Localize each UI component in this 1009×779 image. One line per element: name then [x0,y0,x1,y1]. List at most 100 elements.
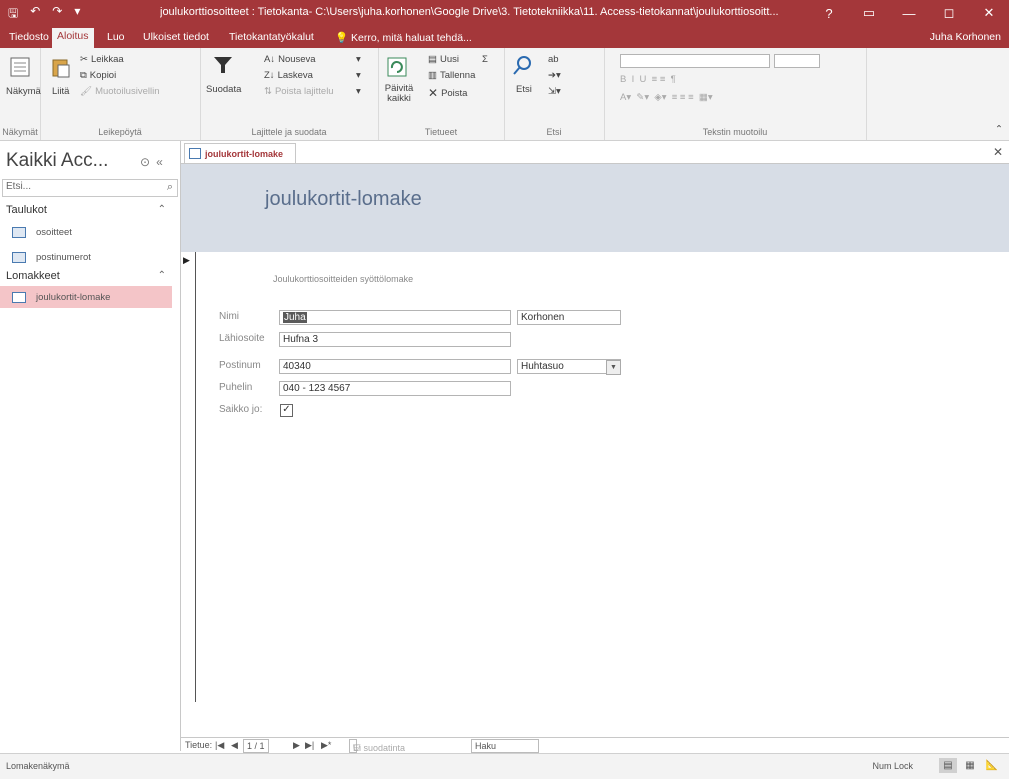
select-icon[interactable]: ⇲▾ [548,86,561,97]
view-status: Lomakenäkymä [6,761,70,771]
save-record-button[interactable]: ▥ Tallenna [428,70,475,81]
format-painter-button[interactable]: 🖌 Muotoilusivellin [80,86,159,97]
lastname-field[interactable]: Korhonen [517,310,621,325]
customize-qat-icon[interactable]: ▾ [74,4,80,25]
undo-icon[interactable]: ↶ [30,4,40,25]
toggle-filter-icon[interactable]: ▾ [356,86,361,97]
group-label-find: Etsi [546,127,562,137]
last-record-button[interactable]: ▶| [305,740,314,751]
find-button[interactable]: Etsi [516,84,532,95]
cut-button[interactable]: ✂ Leikkaa [80,54,124,65]
doc-tab-joulukortit-lomake[interactable]: joulukortit-lomake [184,143,297,163]
layout-view-icon[interactable]: ▦ [961,758,979,773]
record-navigation-bar: Tietue: |◀ ◀ 1 / 1 ▶ ▶| ▶* ⛉ Ei suodatin… [181,737,1009,753]
help-button[interactable]: ? [809,0,849,26]
title-bar: 🖫 ↶ ↷ ▾ joulukorttiosoitteet : Tietokant… [0,0,1009,26]
sent-checkbox[interactable]: ✓ [280,404,293,417]
font-name-box[interactable] [620,54,770,68]
nav-item-postinumerot[interactable]: postinumerot [0,246,172,268]
font-color-icons[interactable]: A▾ ✎▾ ◈▾ ≡ ≡ ≡ ▦▾ [620,92,713,103]
chevron-down-icon[interactable]: ▼ [606,360,621,375]
tab-create[interactable]: Luo [102,29,130,45]
next-record-button[interactable]: ▶ [293,740,300,751]
quick-access-toolbar: 🖫 ↶ ↷ ▾ [8,4,80,25]
ribbon-options-button[interactable]: ▭ [849,0,889,26]
firstname-field[interactable]: Juha [279,310,511,325]
group-records: Päivitä kaikki ▤ Uusi ▥ Tallenna ✕ Poista Σ… [378,48,505,140]
record-position-field[interactable]: 1 / 1 [243,739,269,753]
sort-ascending-button[interactable]: A↓ Nouseva [264,54,316,65]
selection-filter-icon[interactable]: ▾ [356,54,361,65]
design-view-icon[interactable]: 📐 [983,758,1001,773]
new-record-nav-button[interactable]: ▶* [321,740,331,751]
paste-button[interactable]: Liitä [52,86,69,97]
sort-ascending-label: Nouseva [278,54,316,65]
chevron-up-icon[interactable]: ⌃ [158,270,166,281]
copy-icon: ⧉ [80,70,87,81]
copy-button[interactable]: ⧉ Kopioi [80,70,116,81]
form-header: joulukortit-lomake [181,164,1009,252]
chevron-up-icon[interactable]: ⌃ [158,204,166,215]
tell-me-box[interactable]: 💡 Kerro, mitä haluat tehdä... [330,29,477,46]
nav-section-forms[interactable]: Lomakkeet ⌃ [6,270,172,282]
ribbon: Näkymä Näkymät Liitä ✂ Leikkaa ⧉ Kopioi 🖌 M… [0,48,1009,141]
nav-item-osoitteet[interactable]: osoitteet [0,221,172,243]
nav-search-box[interactable]: Etsi... ⌕ [2,179,178,197]
save-icon[interactable]: 🖫 [8,4,18,25]
redo-icon[interactable]: ↷ [52,4,62,25]
address-field[interactable]: Hufna 3 [279,332,511,347]
prev-record-button[interactable]: ◀ [231,740,238,751]
tab-home[interactable]: Aloitus [52,28,94,48]
advanced-filter-icon[interactable]: ▾ [356,70,361,81]
nav-item-joulukortit-lomake[interactable]: joulukortit-lomake [0,286,172,308]
form-view: joulukortit-lomake ▶ Joulukorttiosoittei… [181,164,1009,733]
tab-database-tools[interactable]: Tietokantatyökalut [224,29,319,45]
refresh-icon [387,57,407,77]
view-switcher: ▤ ▦ 📐 [939,758,1001,773]
user-name[interactable]: Juha Korhonen [930,31,1001,43]
zip-field[interactable]: 40340 [279,359,511,374]
collapse-ribbon-icon[interactable]: ⌃ [995,124,1003,135]
replace-icon[interactable]: ab [548,54,559,65]
new-record-button[interactable]: ▤ Uusi [428,54,459,65]
collapse-nav-icon[interactable]: « [156,155,169,169]
sort-descending-icon: Z↓ [264,70,275,81]
restore-button[interactable]: ◻ [929,0,969,26]
font-size-box[interactable] [774,54,820,68]
record-search-box[interactable]: Haku [471,739,539,753]
bold-italic-underline-icons[interactable]: B I U ≡ ≡ ¶ [620,74,676,85]
view-button[interactable]: Näkymä [6,86,41,97]
totals-icon[interactable]: Σ [482,54,488,65]
first-record-button[interactable]: |◀ [215,740,224,751]
form-subtitle: Joulukorttiosoitteiden syöttölomake [273,274,414,284]
delete-record-button[interactable]: ✕ Poista [428,86,467,100]
tab-file[interactable]: Tiedosto [4,29,54,45]
group-label-clipboard: Leikepöytä [98,127,142,137]
navigation-pane: Kaikki Acc... ⊙« Etsi... ⌕ Taulukot ⌃ os… [0,141,181,751]
group-label-text: Tekstin muotoilu [702,127,768,137]
refresh-all-button[interactable]: Päivitä kaikki [382,84,416,104]
minimize-button[interactable]: — [889,0,929,26]
filter-status[interactable]: ⛉ Ei suodatinta [349,739,405,753]
form-icon [12,291,26,303]
nav-menu-icon[interactable]: ⊙ [140,155,156,169]
status-bar: Lomakenäkymä Num Lock ▤ ▦ 📐 [0,753,1009,779]
nav-section-tables[interactable]: Taulukot ⌃ [6,204,172,216]
phone-field[interactable]: 040 - 123 4567 [279,381,511,396]
doc-tab-label: joulukortit-lomake [205,148,284,159]
remove-sort-button[interactable]: ⇅ Poista lajittelu [264,86,334,97]
copy-label: Kopioi [89,70,117,81]
close-document-icon[interactable]: ✕ [993,145,1003,159]
filter-button[interactable]: Suodata [206,84,241,95]
sort-descending-button[interactable]: Z↓ Laskeva [264,70,313,81]
paste-icon [52,59,70,78]
tab-external-data[interactable]: Ulkoiset tiedot [138,29,214,45]
group-text-formatting: B I U ≡ ≡ ¶ A▾ ✎▾ ◈▾ ≡ ≡ ≡ ▦▾ Tekstin mu… [604,48,867,140]
form-view-icon[interactable]: ▤ [939,758,957,773]
close-button[interactable]: ✕ [969,0,1009,26]
view-icon [10,57,30,77]
nav-pane-title[interactable]: Kaikki Acc... [6,150,108,172]
goto-icon[interactable]: ➔▾ [548,70,561,81]
record-selector[interactable]: ▶ [181,252,196,702]
ribbon-tabs: Tiedosto Aloitus Luo Ulkoiset tiedot Tie… [0,26,1009,48]
